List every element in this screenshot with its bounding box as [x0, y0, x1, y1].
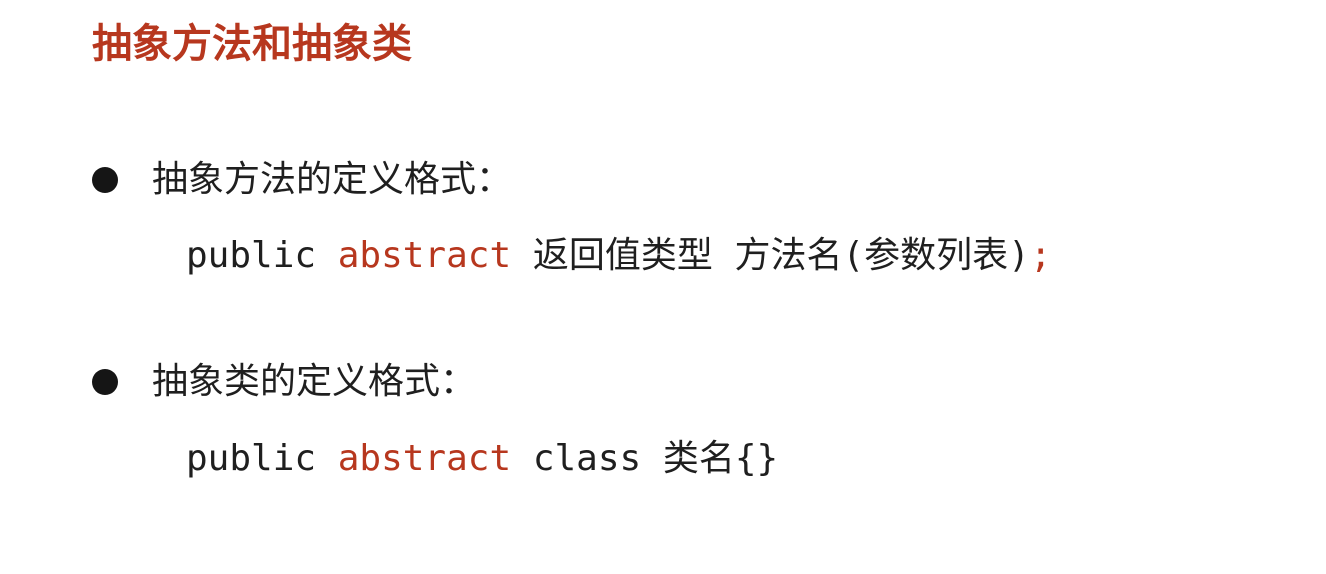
- code-signature: 返回值类型 方法名(参数列表): [532, 235, 1030, 276]
- page-title: 抽象方法和抽象类: [92, 21, 412, 67]
- code-keyword-public: public: [186, 235, 317, 276]
- code-semicolon: ;: [1029, 235, 1052, 276]
- bullet-icon: [92, 369, 118, 395]
- code-line-abstract-class: public abstract class 类名{}: [186, 434, 778, 484]
- code-line-abstract-method: public abstract 返回值类型 方法名(参数列表);: [186, 231, 1052, 281]
- bullet-item-abstract-method: 抽象方法的定义格式：: [92, 155, 512, 205]
- code-class-declaration: class 类名{}: [532, 438, 779, 479]
- code-keyword-abstract: abstract: [337, 438, 512, 479]
- bullet-item-abstract-class: 抽象类的定义格式：: [92, 357, 476, 407]
- bullet-text: 抽象类的定义格式：: [152, 361, 477, 402]
- code-keyword-abstract: abstract: [337, 235, 512, 276]
- bullet-icon: [92, 167, 118, 193]
- code-keyword-public: public: [186, 438, 317, 479]
- bullet-text: 抽象方法的定义格式：: [152, 159, 513, 200]
